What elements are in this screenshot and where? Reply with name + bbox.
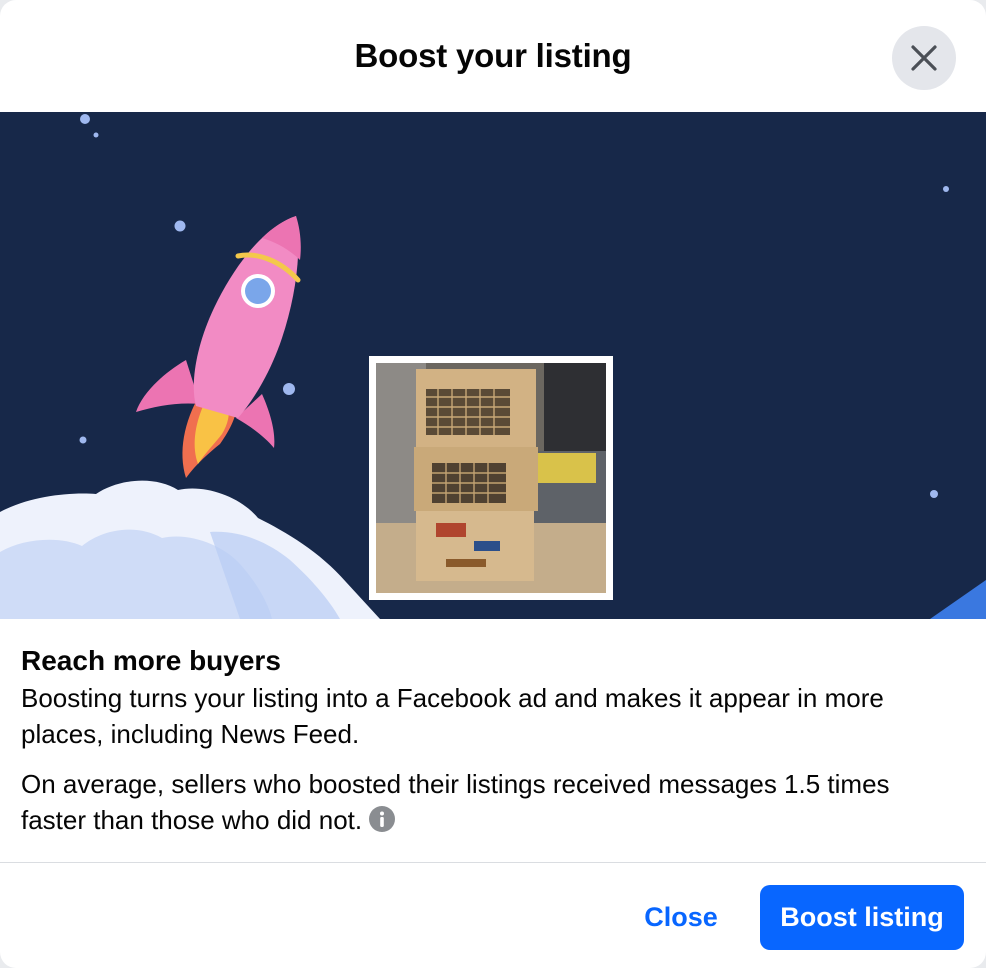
content-heading: Reach more buyers	[21, 645, 281, 676]
dialog-content: Reach more buyers Boosting turns your li…	[21, 642, 961, 838]
stats-text: On average, sellers who boosted their li…	[21, 769, 890, 835]
close-icon	[911, 45, 937, 71]
close-button[interactable]: Close	[629, 885, 733, 950]
footer-divider	[0, 862, 986, 863]
dialog-title: Boost your listing	[354, 37, 632, 74]
dialog-header: Boost your listing	[0, 0, 986, 112]
stats-paragraph: On average, sellers who boosted their li…	[21, 766, 961, 838]
description-paragraph: Boosting turns your listing into a Faceb…	[21, 683, 884, 749]
info-icon[interactable]	[368, 805, 396, 833]
close-dialog-button[interactable]	[892, 26, 956, 90]
hero-banner	[0, 112, 986, 619]
listing-photo	[369, 356, 613, 600]
boost-listing-dialog: Boost your listing Reach more buyers Boo…	[0, 0, 986, 968]
boost-listing-button[interactable]: Boost listing	[760, 885, 964, 950]
stacked-wooden-crates-photo	[376, 363, 606, 593]
